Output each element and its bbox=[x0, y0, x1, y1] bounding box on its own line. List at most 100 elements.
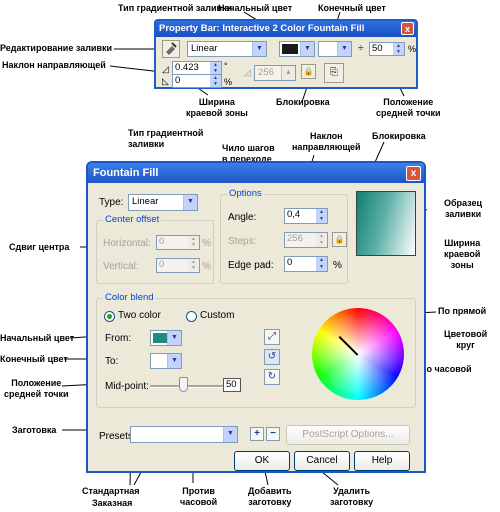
angle-input[interactable]: 0,4 ▲ ▼ bbox=[284, 208, 328, 224]
steps-value: 256 bbox=[258, 67, 274, 78]
spinner-icon: ▲ bbox=[281, 66, 295, 80]
direct-path-button[interactable]: ⤢ bbox=[264, 329, 280, 345]
ok-button[interactable]: OK bbox=[234, 451, 290, 471]
property-bar-title: Property Bar: Interactive 2 Color Founta… bbox=[156, 21, 416, 37]
midpoint-slider-track[interactable] bbox=[150, 385, 226, 388]
spinner-icon: ▲ ▼ bbox=[188, 236, 199, 248]
edge-pad-label: Edge pad: bbox=[228, 260, 274, 271]
copy-fill-button[interactable]: ⎘ bbox=[324, 63, 344, 83]
annotation-edit-fill: Редактирование заливки bbox=[0, 43, 113, 53]
center-offset-title: Center offset bbox=[103, 214, 162, 226]
annotation-guide-slope: Наклон направляющей bbox=[2, 60, 106, 70]
chevron-down-icon: ▼ bbox=[167, 331, 181, 345]
start-color-picker[interactable]: ▼ bbox=[279, 41, 315, 57]
chevron-down-icon: ▼ bbox=[223, 427, 237, 442]
copy-properties-icon: ⎘ bbox=[330, 67, 338, 78]
end-color-picker[interactable]: ▼ bbox=[318, 41, 352, 57]
add-preset-button[interactable]: + bbox=[250, 427, 264, 441]
midpoint-slider-thumb[interactable] bbox=[179, 377, 188, 392]
spinner-icon: ▲ ▼ bbox=[210, 75, 221, 87]
midpoint-value: 50 bbox=[226, 379, 237, 390]
end-color-swatch bbox=[321, 44, 337, 54]
property-bar: Property Bar: Interactive 2 Color Founta… bbox=[154, 19, 418, 89]
steps-input[interactable]: 256 ▲ ▼ bbox=[284, 232, 328, 248]
annotation-add-preset: Добавить заготовку bbox=[248, 486, 292, 507]
to-color-picker[interactable]: ▼ bbox=[150, 353, 182, 369]
fill-type-combo[interactable]: Linear ▼ bbox=[187, 41, 267, 57]
steps-input[interactable]: 256 ▲ bbox=[254, 65, 296, 81]
clockwise-path-button[interactable]: ↻ bbox=[264, 369, 280, 385]
midpoint-input[interactable]: 50 bbox=[223, 378, 241, 392]
annotation-standard: Стандартная bbox=[82, 486, 140, 496]
start-color-swatch bbox=[282, 44, 298, 54]
vertical-input[interactable]: 0 ▲ ▼ bbox=[156, 258, 200, 273]
lock-icon: 🔒 bbox=[334, 235, 345, 244]
counterclockwise-icon: ↺ bbox=[267, 351, 277, 362]
annotation-end-color: Конечный цвет bbox=[318, 3, 386, 13]
dialog-close-button[interactable]: x bbox=[406, 166, 421, 181]
help-button[interactable]: Help bbox=[354, 451, 410, 471]
annotation-delete-preset: Удалить заготовку bbox=[330, 486, 374, 507]
edge-pad-input[interactable]: 0 ▲ ▼ bbox=[284, 256, 328, 272]
custom-radio[interactable] bbox=[186, 311, 197, 322]
chevron-down-icon: ▼ bbox=[300, 42, 314, 56]
midpoint-input[interactable]: 50 ▲ ▼ bbox=[369, 42, 405, 56]
presets-combo[interactable]: ▼ bbox=[130, 426, 238, 443]
annotation-ccw: Против часовой bbox=[180, 486, 218, 507]
from-color-swatch bbox=[153, 333, 167, 343]
edit-fill-button[interactable] bbox=[162, 40, 180, 58]
angle-label: Angle: bbox=[228, 212, 257, 223]
two-color-radio[interactable] bbox=[104, 311, 115, 322]
angle-degree: ° bbox=[224, 61, 228, 71]
annotation-midpoint-dialog: Положение средней точки bbox=[4, 378, 69, 399]
two-color-label: Two color bbox=[118, 310, 161, 321]
edit-fill-icon bbox=[166, 42, 177, 55]
annotation-edge-width-dialog: Ширина краевой зоны bbox=[444, 238, 481, 270]
steps-icon: ◿ bbox=[244, 67, 251, 77]
delete-preset-button[interactable]: − bbox=[266, 427, 280, 441]
edge-pad-percent: % bbox=[224, 77, 233, 87]
edge-pad-icon: ◺ bbox=[162, 76, 169, 86]
annotation-start-color-dialog: Начальный цвет bbox=[0, 333, 75, 343]
from-color-picker[interactable]: ▼ bbox=[150, 330, 182, 346]
angle-value: 0,4 bbox=[287, 209, 301, 220]
lock-steps-button[interactable]: 🔒 bbox=[332, 232, 347, 247]
lock-steps-button[interactable]: 🔒 bbox=[301, 64, 316, 79]
edge-pad-value: 0 bbox=[287, 257, 293, 268]
from-label: From: bbox=[105, 333, 132, 344]
cancel-button[interactable]: Cancel bbox=[294, 451, 350, 471]
annotation-fill-type-dialog: Тип градиентной заливки bbox=[128, 128, 204, 149]
annotation-clockwise: По часовой bbox=[420, 364, 472, 374]
steps-label: Steps: bbox=[228, 236, 257, 247]
horizontal-label: Horizontal: bbox=[103, 238, 151, 249]
type-value: Linear bbox=[132, 196, 159, 207]
angle-value: 0.423 bbox=[175, 62, 199, 73]
annotation-midpoint: Положение средней точки bbox=[376, 97, 441, 118]
annotation-edge-width: Ширина краевой зоны bbox=[186, 97, 248, 118]
annotation-end-color-dialog: Конечный цвет bbox=[0, 354, 68, 364]
fill-type-value: Linear bbox=[191, 43, 218, 54]
spinner-icon: ▲ ▼ bbox=[188, 259, 199, 271]
to-label: To: bbox=[105, 356, 119, 367]
spinner-icon: ▲ ▼ bbox=[316, 257, 327, 271]
options-title: Options bbox=[227, 188, 264, 200]
midpoint-icon: ÷ bbox=[358, 43, 364, 54]
property-bar-close-button[interactable]: x bbox=[401, 22, 414, 35]
minus-icon: − bbox=[270, 428, 276, 439]
annotation-center-shift: Сдвиг центра bbox=[9, 242, 70, 252]
spinner-icon: ▲ ▼ bbox=[316, 209, 327, 223]
horizontal-input[interactable]: 0 ▲ ▼ bbox=[156, 235, 200, 250]
spinner-icon: ▲ ▼ bbox=[393, 43, 404, 55]
fountain-fill-dialog: Fountain Fill x Type: Linear ▼ Center of… bbox=[86, 161, 426, 473]
to-color-swatch bbox=[153, 356, 167, 366]
postscript-options-button[interactable]: PostScript Options... bbox=[286, 425, 410, 445]
horizontal-value: 0 bbox=[159, 236, 165, 247]
chevron-down-icon: ▼ bbox=[183, 195, 197, 210]
vertical-value: 0 bbox=[159, 259, 165, 270]
steps-value: 256 bbox=[287, 233, 303, 244]
custom-label: Custom bbox=[200, 310, 235, 321]
counterclockwise-path-button[interactable]: ↺ bbox=[264, 349, 280, 365]
edge-pad-input[interactable]: 0 ▲ ▼ bbox=[172, 74, 222, 88]
type-combo[interactable]: Linear ▼ bbox=[128, 194, 198, 211]
angle-input[interactable]: 0.423 ▲ ▼ bbox=[172, 61, 222, 75]
